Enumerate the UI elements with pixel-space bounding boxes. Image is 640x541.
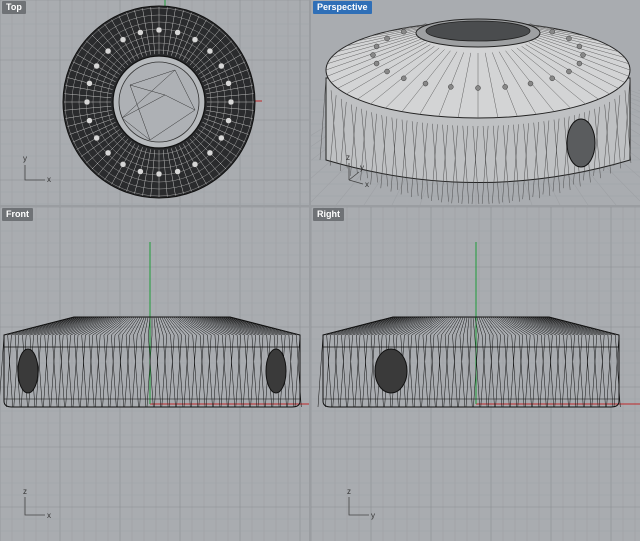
svg-text:y: y: [23, 154, 27, 163]
svg-text:z: z: [346, 153, 350, 162]
viewport-title-perspective[interactable]: Perspective: [313, 1, 372, 14]
svg-text:z: z: [347, 487, 351, 496]
viewport-title-right[interactable]: Right: [313, 208, 344, 221]
ring-front-wireframe: [0, 316, 302, 408]
top-view-canvas[interactable]: y x: [0, 0, 309, 205]
svg-text:y: y: [360, 163, 364, 172]
front-view-canvas[interactable]: z x: [0, 207, 309, 541]
perspective-view-canvas[interactable]: z x y: [311, 0, 640, 205]
right-view-canvas[interactable]: z y: [311, 207, 640, 541]
viewport-top[interactable]: y x Top: [0, 0, 309, 205]
svg-text:x: x: [365, 180, 369, 189]
ring-perspective-model: [319, 18, 632, 205]
svg-text:y: y: [371, 511, 375, 520]
axis-gizmo: y x: [23, 154, 51, 184]
viewport-grid: y x Top z x y Perspective z x Front z y …: [0, 0, 640, 541]
axis-gizmo: z x: [23, 487, 51, 520]
ring-top-wireframe: [62, 5, 256, 199]
svg-text:x: x: [47, 511, 51, 520]
viewport-title-top[interactable]: Top: [2, 1, 26, 14]
viewport-right[interactable]: z y Right: [311, 207, 640, 541]
viewport-perspective[interactable]: z x y Perspective: [311, 0, 640, 205]
viewport-title-front[interactable]: Front: [2, 208, 33, 221]
viewport-front[interactable]: z x Front: [0, 207, 309, 541]
svg-text:x: x: [47, 175, 51, 184]
svg-text:z: z: [23, 487, 27, 496]
front-grid: [0, 207, 309, 541]
